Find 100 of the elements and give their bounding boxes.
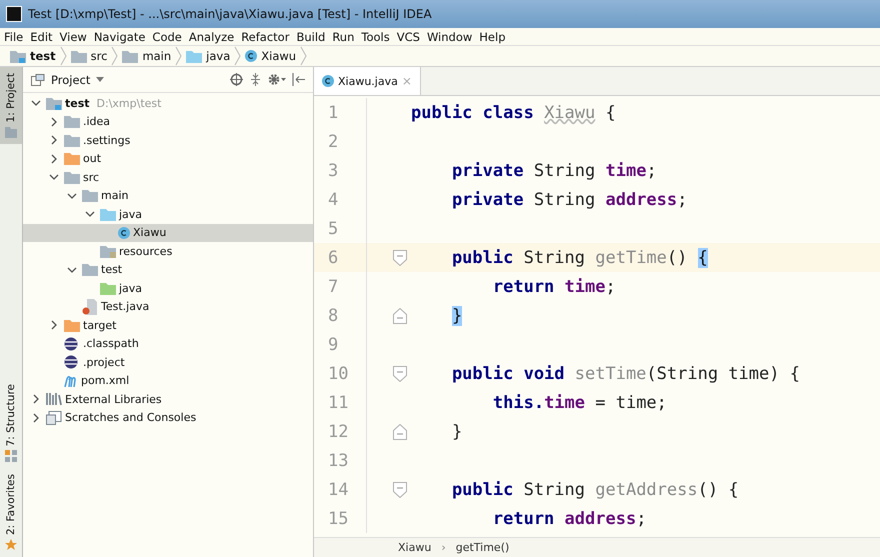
star-icon [5, 539, 17, 551]
dropdown-icon [96, 77, 104, 82]
libraries-icon [46, 392, 62, 406]
menu-item[interactable]: Refactor [241, 30, 290, 44]
path-hint: D:\xmp\test [96, 96, 162, 110]
tree-label: test [101, 263, 122, 276]
java-file-icon [82, 298, 98, 315]
window-title: Test [D:\xmp\Test] - ...\src\main\java\Xiawu.java [Test] - IntelliJ IDEA [28, 7, 432, 21]
settings-icon[interactable] [268, 73, 286, 86]
tree-label: Xiawu [133, 226, 166, 240]
code-line: public String getAddress() { [452, 480, 739, 500]
chevron-icon [111, 46, 118, 66]
tree-label: .project [83, 356, 125, 369]
code-line: this.time = time; [492, 392, 667, 412]
tool-window-button[interactable]: 2: Favorites [0, 468, 22, 557]
tree-item[interactable]: out [23, 150, 313, 168]
nav-crumb[interactable]: test [10, 49, 56, 63]
tree-label: test [65, 96, 90, 110]
line-number: 12 [327, 422, 350, 442]
tree-item[interactable]: .classpath [23, 334, 313, 353]
folder-icon [122, 50, 138, 62]
maven-icon [64, 374, 78, 387]
chevron-icon [234, 46, 242, 66]
menu-item[interactable]: Analyze [188, 30, 234, 44]
collapse-icon[interactable] [249, 73, 262, 86]
fold-icon[interactable] [393, 482, 407, 498]
tree-item[interactable]: pom.xml [23, 372, 313, 390]
tree-item[interactable]: target [23, 316, 313, 334]
tree-item[interactable]: resources [23, 242, 313, 260]
code-line: public String getTime() { [452, 248, 708, 268]
tree-item[interactable]: java [23, 279, 313, 298]
nav-crumb[interactable]: src [70, 49, 108, 63]
menu-item[interactable]: Edit [30, 30, 53, 44]
eclipse-icon [64, 336, 80, 351]
folder-icon [100, 282, 116, 295]
line-number: 3 [327, 160, 340, 180]
code-line: public class Xiawu { [411, 102, 616, 122]
tree-item[interactable]: .settings [23, 131, 313, 150]
line-number: 5 [327, 218, 340, 238]
folder-icon [64, 318, 80, 332]
editor-tab[interactable]: Xiawu.java × [314, 67, 421, 95]
menu-item[interactable]: VCS [396, 30, 420, 44]
hide-icon[interactable] [292, 73, 305, 86]
fold-icon[interactable] [393, 250, 407, 266]
line-number: 15 [327, 508, 350, 528]
tree-item[interactable]: .idea [23, 112, 313, 131]
line-number: 9 [327, 334, 340, 354]
tree-item[interactable]: External Libraries [23, 390, 313, 408]
tree-item[interactable]: src [23, 168, 313, 186]
eclipse-icon [64, 355, 80, 370]
chevron-icon [175, 46, 182, 66]
panel-title[interactable]: Project [51, 72, 90, 86]
tool-window-button[interactable]: 7: Structure [0, 378, 22, 468]
module-icon [10, 50, 26, 62]
folder-icon [64, 134, 80, 147]
structure-icon [5, 450, 17, 462]
code-line: public void setTime(String time) { [452, 364, 800, 384]
chevron-icon [300, 46, 308, 66]
locate-icon[interactable] [230, 73, 243, 86]
menu-item[interactable]: File [4, 30, 24, 44]
tree-label: .idea [83, 115, 110, 128]
tree-label: target [83, 318, 116, 332]
separator: › [441, 541, 446, 554]
folder-icon [186, 50, 202, 62]
code-line: } [452, 422, 462, 442]
tree-item[interactable]: Xiawu [23, 224, 313, 242]
nav-crumb[interactable]: java [186, 49, 230, 63]
breadcrumb[interactable]: Xiawu [398, 541, 432, 554]
fold-icon[interactable] [393, 366, 407, 382]
folder-icon [82, 189, 98, 202]
menu-item[interactable]: Build [296, 30, 326, 44]
menu-item[interactable]: Window [426, 30, 472, 44]
code-line: private String address; [452, 190, 688, 210]
tree-item[interactable]: test [23, 260, 313, 279]
tree-item[interactable]: test D:\xmp\test [23, 94, 313, 112]
tree-item[interactable]: Test.java [23, 298, 313, 316]
tree-item[interactable]: Scratches and Consoles [23, 408, 313, 427]
menu-item[interactable]: Tools [361, 30, 390, 44]
tree-item[interactable]: java [23, 205, 313, 224]
tree-label: out [83, 152, 102, 166]
tree-item[interactable]: .project [23, 353, 313, 372]
nav-crumb[interactable]: main [122, 49, 172, 63]
folder-icon [64, 170, 80, 184]
breadcrumb[interactable]: getTime() [456, 541, 510, 554]
nav-crumb[interactable]: Xiawu [245, 49, 296, 63]
menu-item[interactable]: Run [332, 30, 354, 44]
tool-window-button[interactable]: 1: Project [0, 67, 22, 144]
menu-item[interactable]: Code [152, 30, 182, 44]
fold-icon[interactable] [393, 424, 407, 440]
class-icon [322, 75, 334, 87]
line-number: 13 [327, 450, 350, 470]
menu-item[interactable]: Help [479, 30, 506, 44]
menu-item[interactable]: View [60, 30, 87, 44]
menu-item[interactable]: Navigate [94, 30, 146, 44]
tree-label: main [101, 189, 128, 202]
fold-icon[interactable] [393, 308, 407, 324]
tree-item[interactable]: main [23, 186, 313, 205]
tree-label: Test.java [101, 300, 150, 314]
tree-label: java [119, 208, 142, 221]
tree-label: resources [119, 244, 172, 258]
